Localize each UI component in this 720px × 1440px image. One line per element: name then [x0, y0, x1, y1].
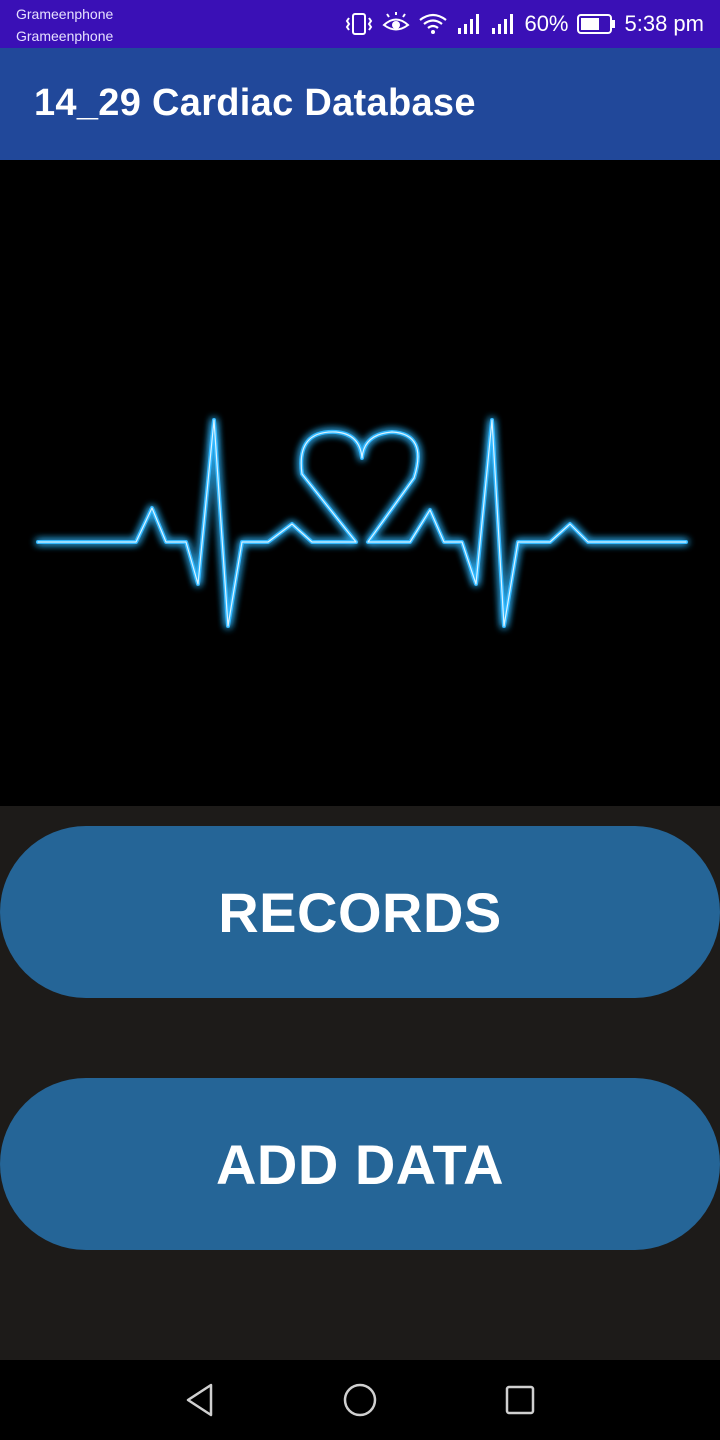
- vibrate-icon: [344, 12, 374, 36]
- signal-icon: [490, 12, 516, 36]
- carrier-name-1: Grameenphone: [16, 6, 114, 22]
- home-icon[interactable]: [340, 1380, 380, 1420]
- eye-comfort-icon: [382, 12, 411, 36]
- status-time: 5:38 pm: [624, 11, 705, 36]
- navigation-bar: [0, 1360, 720, 1440]
- recent-apps-icon[interactable]: [500, 1380, 540, 1420]
- battery-percent: 60%: [524, 11, 569, 36]
- records-button[interactable]: RECORDS: [0, 826, 720, 998]
- wifi-icon: [418, 12, 448, 36]
- app-title: 14_29 Cardiac Database: [34, 82, 476, 124]
- carrier-name-2: Grameenphone: [16, 28, 114, 44]
- battery-icon: [576, 13, 617, 35]
- status-icons: 60% 5:38 pm: [344, 0, 704, 48]
- heartbeat-image: [0, 160, 720, 806]
- back-icon[interactable]: [180, 1380, 220, 1420]
- signal-icon: [456, 12, 482, 36]
- heartbeat-line-graphic: [36, 418, 688, 628]
- add-data-button[interactable]: ADD DATA: [0, 1078, 720, 1250]
- app-bar: 14_29 Cardiac Database: [0, 48, 720, 160]
- status-bar: Grameenphone Grameenphone 60% 5:38 pm: [0, 0, 720, 48]
